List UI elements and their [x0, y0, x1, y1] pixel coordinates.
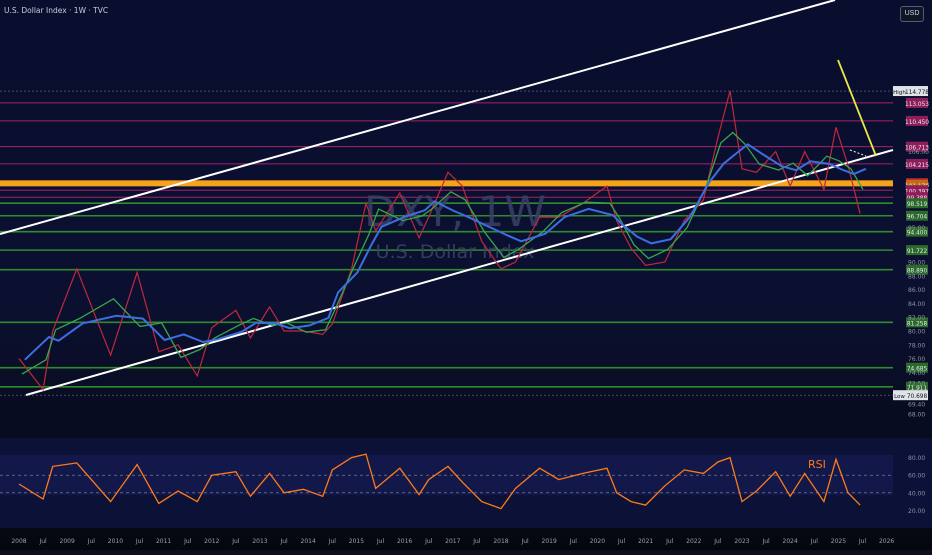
x-tick-label: Jul: [617, 538, 626, 545]
price-chart[interactable]: DXY, 1W U.S. Dollar Index RSI High 114.77…: [0, 0, 932, 550]
x-tick-label: 2016: [397, 538, 412, 545]
level-tag: 104.215: [905, 158, 929, 169]
y-tick-label: 95.00: [908, 225, 925, 232]
x-tick-label: Jul: [87, 538, 96, 545]
y-tick-label: 69.40: [908, 402, 925, 409]
x-tick-label: 2014: [301, 538, 316, 545]
level-tag-value: 114.778: [905, 90, 929, 96]
x-tick-label: 2026: [879, 538, 894, 545]
rsi-tick-label: 80.00: [908, 455, 925, 462]
y-tick-label: 106.00: [908, 149, 929, 156]
x-tick-label: 2020: [590, 538, 605, 545]
level-tag-label: Low: [894, 394, 905, 400]
x-tick-label: 2023: [734, 538, 749, 545]
x-tick-label: 2022: [686, 538, 701, 545]
x-tick-label: Jul: [810, 538, 819, 545]
level-tag: 98.519: [906, 198, 928, 209]
x-tick-label: Jul: [569, 538, 578, 545]
x-tick-label: 2013: [252, 538, 267, 545]
y-tick-label: 78.00: [908, 342, 925, 349]
level-tag: 96.704: [906, 210, 928, 221]
x-tick-label: 2015: [349, 538, 364, 545]
chart-title: U.S. Dollar Index · 1W · TVC: [4, 6, 108, 15]
rsi-tick-label: 60.00: [908, 473, 925, 480]
x-tick-label: 2021: [638, 538, 653, 545]
y-tick-label: 80.00: [908, 329, 925, 336]
level-tag-value: 113.053: [905, 102, 929, 108]
currency-button[interactable]: USD: [900, 6, 924, 22]
watermark-name: U.S. Dollar Index: [376, 241, 535, 263]
level-tag: 113.053: [905, 97, 929, 108]
x-tick-label: 2019: [542, 538, 557, 545]
y-tick-label: 88.00: [908, 273, 925, 280]
x-tick-label: Jul: [858, 538, 867, 545]
level-tag: 91.722: [906, 245, 928, 256]
chart-window: DXY, 1W U.S. Dollar Index RSI High 114.77…: [0, 0, 932, 550]
x-tick-label: Jul: [231, 538, 240, 545]
x-tick-label: 2017: [445, 538, 460, 545]
x-tick-label: Jul: [328, 538, 337, 545]
x-tick-label: Jul: [520, 538, 529, 545]
x-tick-label: Jul: [665, 538, 674, 545]
y-tick-label: 74.00: [908, 370, 925, 377]
rsi-tick-label: 20.00: [908, 508, 925, 515]
x-tick-label: Jul: [279, 538, 288, 545]
orange-zone: [0, 180, 893, 187]
x-tick-label: 2010: [108, 538, 123, 545]
y-tick-label: 72.50: [908, 380, 925, 387]
y-tick-label: 82.00: [908, 315, 925, 322]
rsi-label: RSI: [808, 458, 826, 471]
y-tick-label: 90.00: [908, 260, 925, 267]
x-tick-label: Jul: [761, 538, 770, 545]
x-tick-label: 2024: [783, 538, 798, 545]
level-tag-value: 110.450: [905, 120, 929, 126]
y-tick-label: 76.00: [908, 356, 925, 363]
x-tick-label: Jul: [713, 538, 722, 545]
x-tick-label: 2011: [156, 538, 171, 545]
x-tick-label: Jul: [135, 538, 144, 545]
level-tag: High 114.778: [893, 86, 929, 97]
level-tag: 110.450: [905, 115, 929, 126]
x-tick-label: Jul: [424, 538, 433, 545]
x-tick-label: 2012: [204, 538, 219, 545]
x-tick-label: Jul: [38, 538, 47, 545]
x-tick-label: 2025: [831, 538, 846, 545]
x-tick-label: Jul: [376, 538, 385, 545]
x-tick-label: Jul: [472, 538, 481, 545]
level-tag-value: 98.519: [907, 202, 928, 208]
x-tick-label: Jul: [183, 538, 192, 545]
level-tag-value: 91.722: [907, 249, 928, 255]
level-tag-value: 81.258: [907, 321, 928, 327]
y-tick-label: 68.00: [908, 411, 925, 418]
level-tag-value: 96.704: [907, 215, 928, 221]
rsi-tick-label: 40.00: [908, 490, 925, 497]
level-tag-value: 70.698: [907, 394, 928, 400]
y-tick-label: 86.00: [908, 287, 925, 294]
level-tag: Low 70.698: [893, 390, 928, 401]
x-tick-label: 2008: [11, 538, 26, 545]
x-tick-label: 2018: [493, 538, 508, 545]
level-tag-value: 104.215: [905, 163, 929, 169]
y-tick-label: 84.00: [908, 301, 925, 308]
x-tick-label: 2009: [60, 538, 75, 545]
